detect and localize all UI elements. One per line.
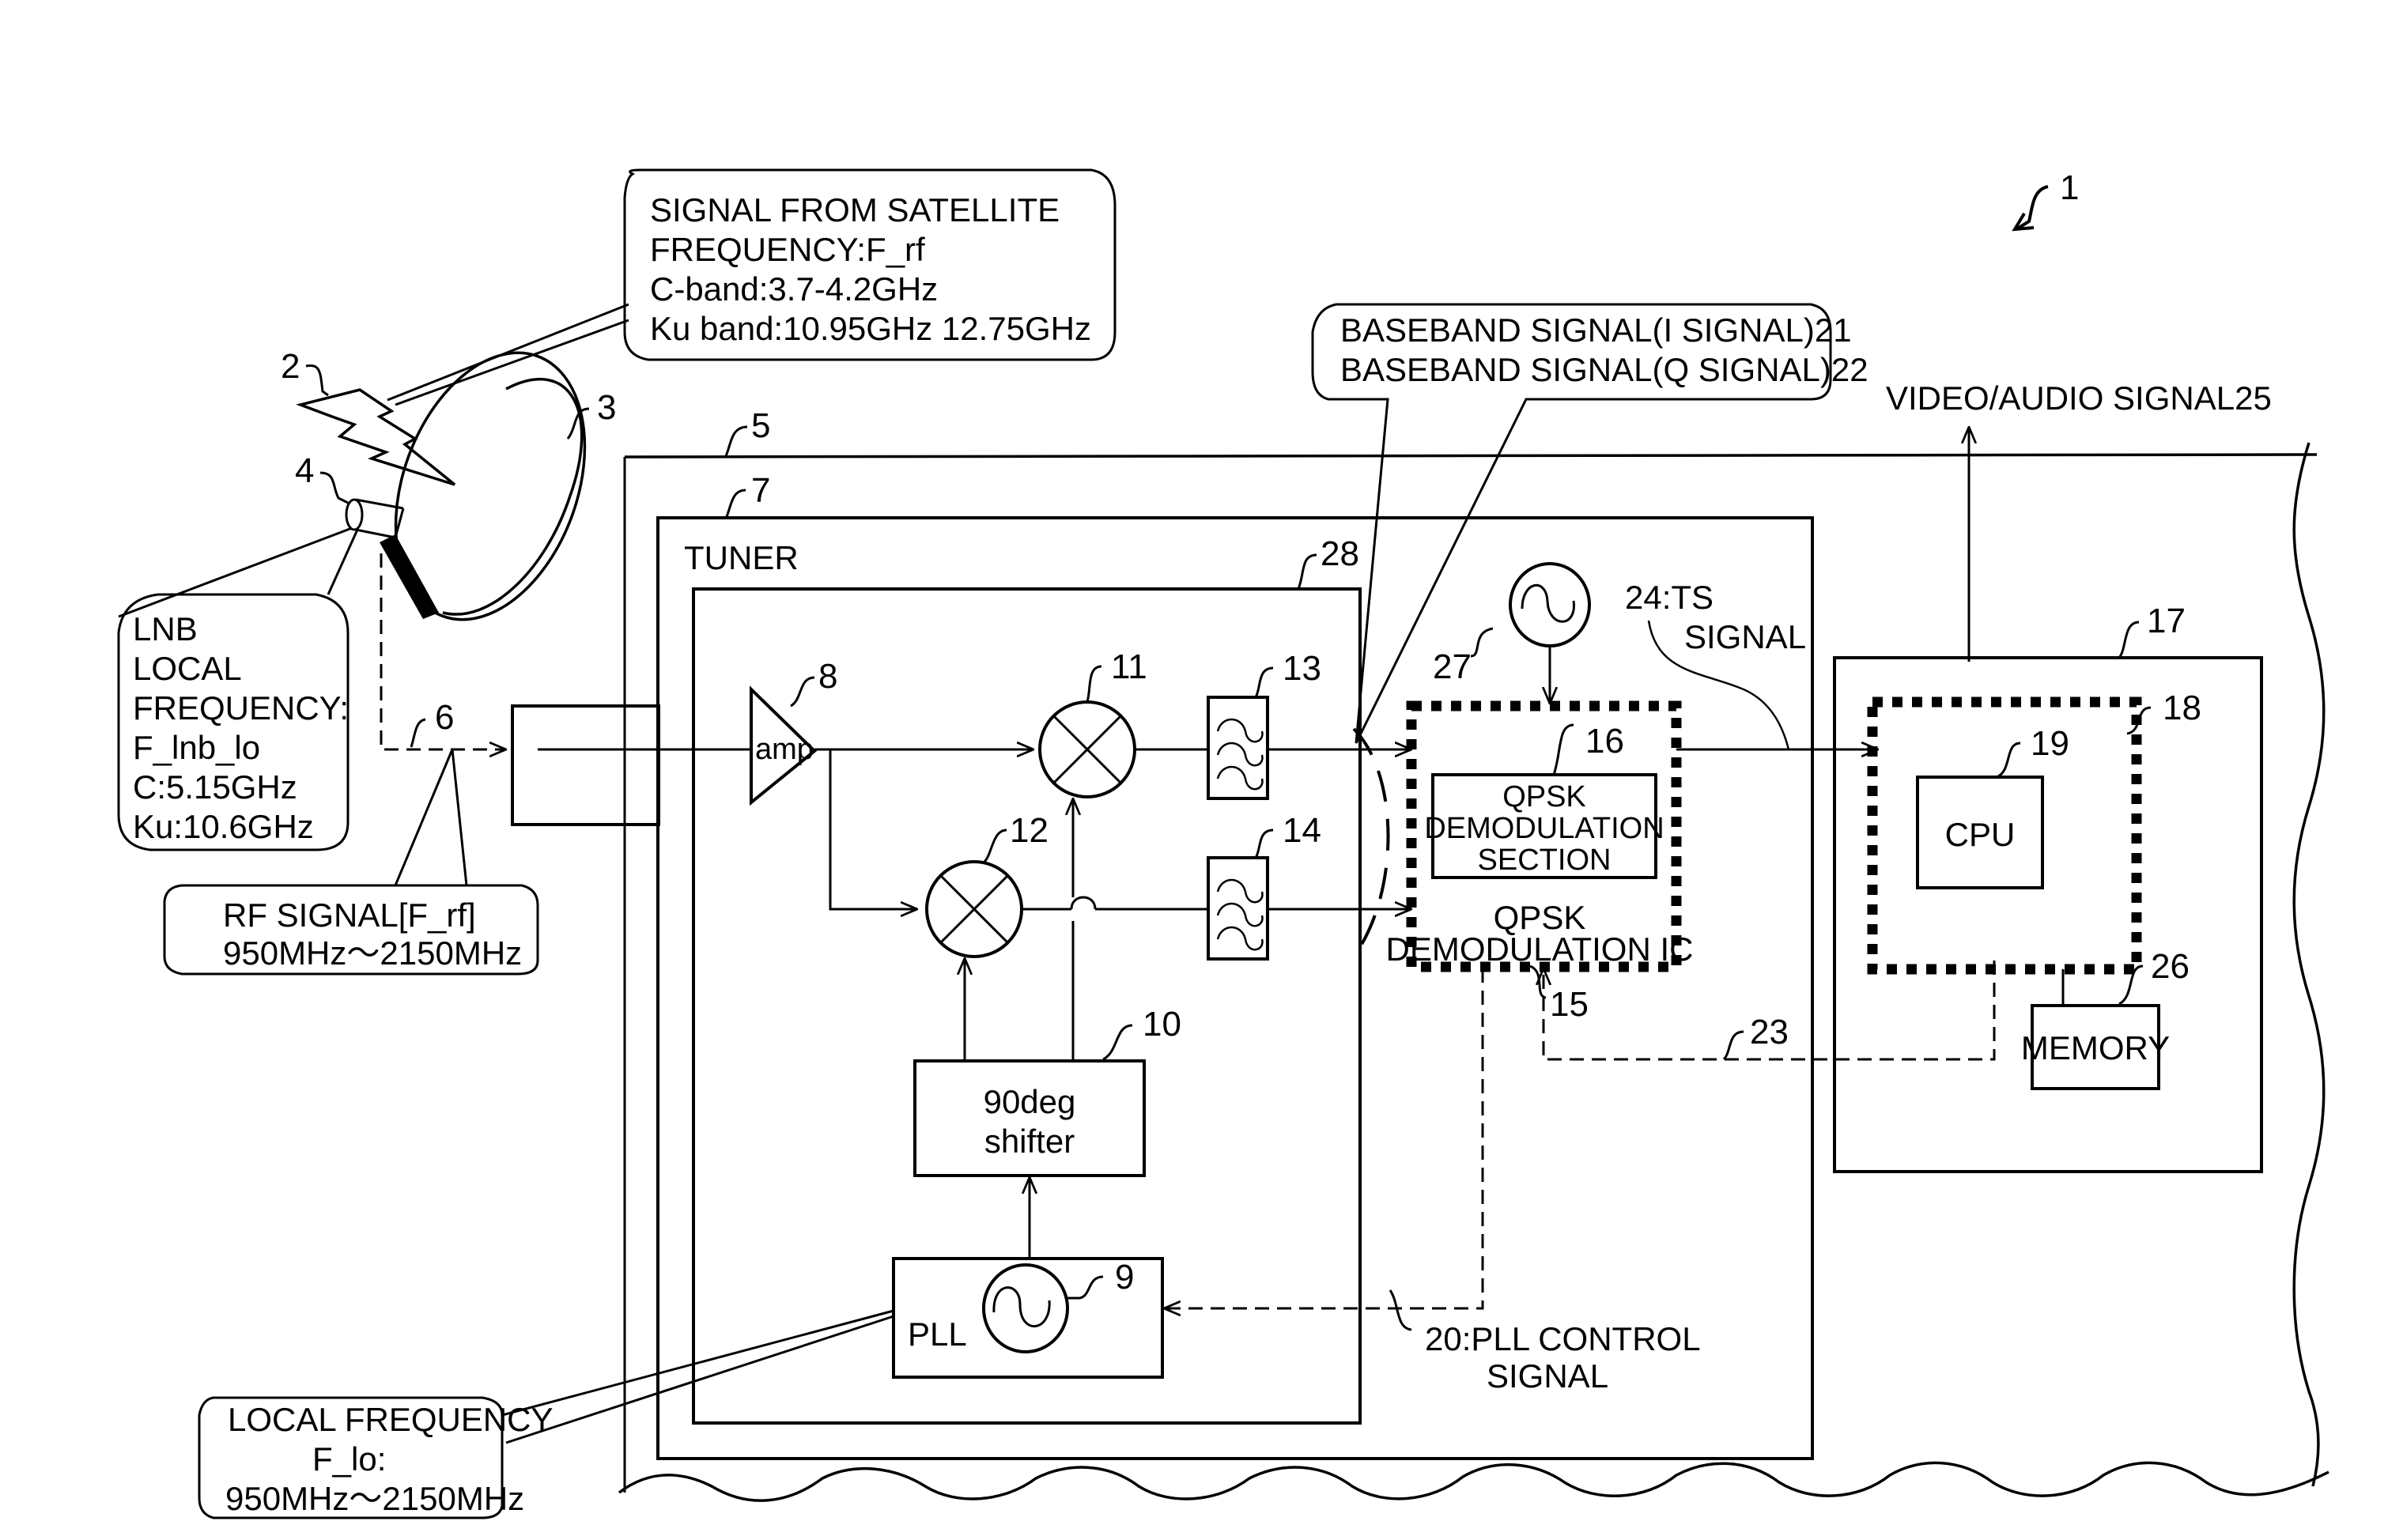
mixer-q-icon: 12 [925,811,1049,958]
satellite-callout-line-2: FREQUENCY:F_rf [650,231,925,268]
satellite-callout-line-3: C-band:3.7-4.2GHz [650,270,938,308]
ref-3: 3 [597,388,616,427]
ref-13: 13 [1283,649,1321,688]
ref-23: 23 [1750,1013,1789,1051]
ref-17: 17 [2147,602,2186,640]
local-freq-callout-line-3: 950MHz〜2150MHz [225,1480,524,1517]
demod-section-label-1: QPSK [1502,780,1586,813]
satellite-callout: SIGNAL FROM SATELLITE FREQUENCY:F_rf C-b… [387,168,1117,406]
tuner-label: TUNER [684,539,799,576]
ref-7: 7 [751,471,770,510]
board-box: 17 [1833,602,2263,1173]
mixer-i-icon: 11 [1038,647,1147,798]
amp-label: amp [755,733,814,766]
lnb-callout: LNB LOCAL FREQUENCY: F_lnb_lo C:5.15GHz … [117,527,359,851]
lnb-callout-line-1: LNB [133,610,198,647]
ref-16: 16 [1585,722,1624,761]
ts-signal-label-2: SIGNAL [1684,618,1806,655]
shifter-label-2: shifter [984,1123,1075,1160]
pll-control-signal: 20:PLL CONTROL SIGNAL [1164,968,1701,1395]
demod-section: QPSK DEMODULATION SECTION 16 [1424,722,1664,879]
ref-4: 4 [295,451,314,490]
lnb-callout-line-4: F_lnb_lo [133,729,260,766]
crystal-oscillator: 27 [1433,562,1591,704]
pll-control-label-1: 20:PLL CONTROL [1425,1320,1701,1357]
rf-cable: 6 [380,553,506,749]
ref-27: 27 [1433,647,1472,686]
local-freq-callout-line-1: LOCAL FREQUENCY [228,1401,554,1438]
demod-section-label-3: SECTION [1478,844,1612,877]
ref-9: 9 [1115,1258,1134,1297]
ref-28: 28 [1321,534,1359,573]
path-amp-to-mixer-q [829,749,917,909]
input-connector [511,704,660,826]
filter-i-icon: 13 [1207,649,1321,800]
baseband-callout-line-2: BASEBAND SIGNAL(Q SIGNAL)22 [1340,351,1868,388]
lnb-callout-line-6: Ku:10.6GHz [133,808,314,845]
ref-14: 14 [1283,811,1321,850]
local-freq-callout-line-2: F_lo: [312,1440,386,1478]
ref-19: 19 [2031,724,2069,763]
wire-crossover [1070,896,1097,910]
ref-11: 11 [1111,647,1147,686]
block-diagram: 1 SIGNAL FROM SATELLITE FREQUENCY:F_rf C… [117,168,2329,1519]
lnb-callout-line-2: LOCAL [133,650,242,687]
pll-block: PLL 9 [892,1257,1164,1379]
ref-26: 26 [2151,947,2190,986]
demod-ic-label-2: DEMODULATION IC [1386,930,1694,968]
ref-1: 1 [2060,168,2079,207]
ref-18: 18 [2163,689,2201,727]
memory-label: MEMORY [2021,1029,2170,1066]
path-pll-control [1164,968,1484,1308]
video-audio-label: VIDEO/AUDIO SIGNAL25 [1886,379,2272,417]
local-freq-callout: LOCAL FREQUENCY F_lo: 950MHz〜2150MHz [198,1309,894,1519]
ts-signal: 24:TS SIGNAL [1625,579,1878,749]
phase-shifter: 90deg shifter 10 [913,1005,1181,1177]
figure-ref-1: 1 [2012,168,2079,232]
baseband-callout-line-1: BASEBAND SIGNAL(I SIGNAL)21 [1340,311,1852,349]
ref-12: 12 [1010,811,1049,850]
baseband-callout: BASEBAND SIGNAL(I SIGNAL)21 BASEBAND SIG… [1311,303,1868,744]
demod-section-label-2: DEMODULATION [1424,812,1664,845]
ref-15: 15 [1550,985,1589,1024]
pll-control-label-2: SIGNAL [1487,1357,1608,1395]
lnb-callout-line-5: C:5.15GHz [133,768,297,806]
oscillator-icon [982,1263,1069,1353]
satellite-dish-icon: 3 [380,351,616,621]
amplifier: amp 8 [750,657,837,806]
cpu-block: CPU 19 [1916,724,2069,889]
ref-2: 2 [281,347,300,386]
ref-10: 10 [1143,1005,1181,1044]
rf-callout-line-2: 950MHz〜2150MHz [223,934,522,972]
tuner-inner-box: 28 [692,534,1362,1425]
ref-5: 5 [751,406,770,445]
rf-callout-line-1: RF SIGNAL[F_rf] [223,896,476,934]
pll-label: PLL [908,1315,967,1353]
filter-q-icon: 14 [1207,811,1321,961]
control-bus-23: 23 [1544,961,1996,1061]
shifter-label-1: 90deg [984,1083,1076,1120]
satellite-callout-line-4: Ku band:10.95GHz 12.75GHz [650,310,1091,347]
lnb-callout-line-3: FREQUENCY: [133,689,349,727]
ts-signal-label-1: 24:TS [1625,579,1714,616]
ref-8: 8 [818,657,837,696]
cpu-label: CPU [1945,816,2016,853]
ref-6: 6 [435,698,454,737]
satellite-callout-line-1: SIGNAL FROM SATELLITE [650,191,1060,228]
